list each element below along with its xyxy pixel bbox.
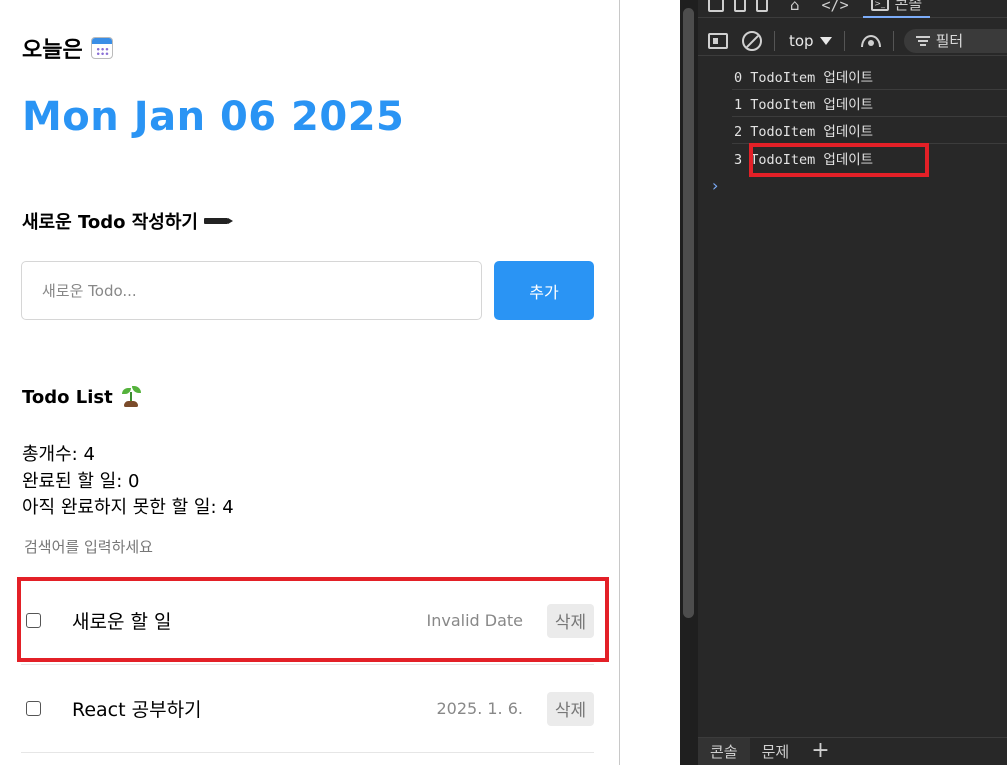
total-count: 총개수: 4 (22, 444, 95, 465)
home-icon[interactable]: ⌂ (790, 0, 800, 14)
log-message: 0 TodoItem 업데이트 (732, 63, 1007, 90)
console-prompt-chevron-icon[interactable]: › (712, 176, 718, 195)
device-toolbar-icon[interactable] (734, 0, 746, 12)
inspect-icon[interactable] (708, 0, 724, 12)
delete-button[interactable]: 삭제 (547, 691, 594, 726)
list-title: Todo List (22, 386, 113, 408)
filter-input[interactable]: 필터 (903, 28, 1007, 53)
editor-heading: 새로운 Todo 작성하기 (22, 208, 233, 234)
todo-content: React 공부하기 (72, 699, 202, 721)
search-input[interactable] (22, 533, 594, 561)
new-todo-input[interactable] (21, 261, 482, 320)
dock-icon[interactable] (756, 0, 768, 12)
drawer-tab-console[interactable]: 콘솔 (698, 738, 750, 765)
tab-console[interactable]: >_ 콘솔 (862, 0, 931, 18)
pencil-icon (203, 218, 233, 224)
sidebar-toggle-icon[interactable] (708, 32, 728, 49)
toolbar-divider (774, 30, 775, 51)
add-tab-icon[interactable]: + (801, 738, 839, 764)
tab-console-label: 콘솔 (894, 0, 923, 13)
today-label: 오늘은 (22, 38, 83, 63)
context-value: top (789, 31, 814, 50)
delete-button[interactable]: 삭제 (547, 603, 594, 638)
todo-app: 오늘은 Mon Jan 06 2025 새로운 Todo 작성하기 추가 Tod… (0, 0, 620, 765)
sources-icon[interactable]: </> (822, 0, 849, 14)
todo-date: 2025. 1. 6. (436, 699, 523, 718)
devtools-panel: ⌂ </> >_ 콘솔 top 필터 0 TodoItem 업데이트 1 Tod… (680, 0, 1007, 765)
filter-icon (915, 35, 930, 46)
drawer-tab-issues[interactable]: 문제 (750, 738, 802, 765)
seedling-icon (121, 386, 141, 408)
editor-title: 새로운 Todo 작성하기 (22, 212, 198, 233)
todo-item: React 공부하기 2025. 1. 6. 삭제 (21, 665, 594, 753)
today-heading: 오늘은 (22, 32, 113, 64)
todo-date: Invalid Date (426, 611, 523, 630)
dropdown-arrow-icon (819, 36, 832, 45)
live-expression-eye-icon[interactable] (860, 34, 881, 47)
log-message: 3 TodoItem 업데이트 (734, 151, 874, 168)
not-done-count: 아직 완료하지 못한 할 일: 4 (22, 497, 234, 518)
todo-stats: 총개수: 4 완료된 할 일: 0 아직 완료하지 못한 할 일: 4 (22, 442, 234, 522)
clear-console-icon[interactable] (742, 30, 762, 51)
toolbar-divider (892, 30, 894, 51)
console-icon: >_ (870, 0, 889, 11)
current-date: Mon Jan 06 2025 (22, 94, 405, 140)
add-button[interactable]: 추가 (494, 261, 594, 320)
log-message: 1 TodoItem 업데이트 (732, 90, 1007, 117)
scrollbar-thumb[interactable] (683, 8, 694, 618)
todo-item: 새로운 할 일 Invalid Date 삭제 (21, 577, 594, 665)
context-select[interactable]: top (789, 32, 832, 50)
devtools-tab-bar: ⌂ </> >_ 콘솔 (698, 0, 1007, 18)
list-heading: Todo List (22, 386, 141, 408)
calendar-icon (90, 37, 113, 59)
done-count: 완료된 할 일: 0 (22, 470, 140, 492)
todo-checkbox[interactable] (26, 613, 41, 628)
log-message: 2 TodoItem 업데이트 (732, 117, 1007, 144)
filter-label: 필터 (935, 32, 964, 50)
console-log: 0 TodoItem 업데이트 1 TodoItem 업데이트 2 TodoIt… (698, 63, 1007, 171)
scrollbar[interactable] (680, 0, 698, 765)
console-toolbar: top 필터 (698, 26, 1007, 56)
todo-content: 새로운 할 일 (72, 611, 172, 633)
toolbar-divider (843, 30, 845, 51)
todo-checkbox[interactable] (26, 701, 41, 716)
drawer-tab-bar: 콘솔 문제 + (698, 737, 1007, 765)
